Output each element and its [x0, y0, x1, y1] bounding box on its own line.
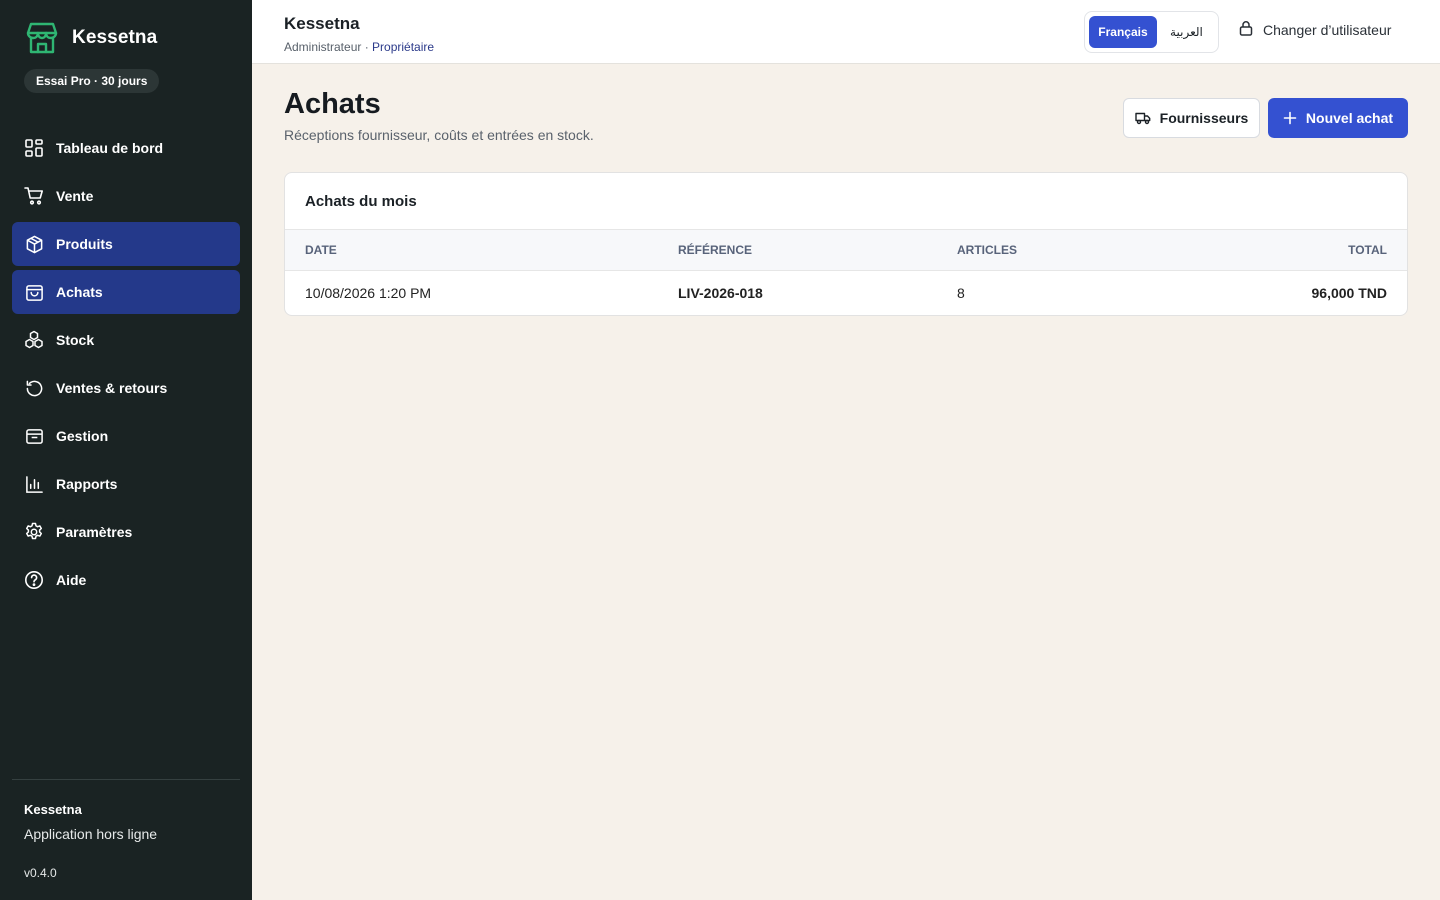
store-title: Kessetna	[284, 14, 360, 33]
new-purchase-label: Nouvel achat	[1305, 110, 1394, 126]
lang-french-button[interactable]: Français	[1089, 16, 1157, 48]
sidebar-item-label: Stock	[56, 332, 95, 348]
language-switch: Français العربية	[1084, 11, 1219, 53]
cart-icon	[24, 186, 44, 206]
page-subtitle: Réceptions fournisseur, coûts et entrées…	[284, 127, 594, 143]
shopping-bag-icon	[24, 282, 44, 302]
col-header-reference: Référence	[678, 243, 753, 257]
suppliers-button[interactable]: Fournisseurs	[1123, 98, 1260, 138]
sidebar: Kessetna Essai Pro · 30 jours Tableau de…	[0, 0, 252, 900]
sidebar-item-ventes-retours[interactable]: Ventes & retours	[12, 366, 240, 410]
sidebar-item-label: Paramètres	[56, 524, 133, 540]
sidebar-divider	[12, 779, 240, 780]
help-icon	[24, 570, 44, 590]
table-row[interactable]: 10/08/2026 1:20 PM LIV-2026-018 8 96,000…	[285, 271, 1407, 315]
user-role: Administrateur · Propriétaire	[284, 40, 434, 54]
sidebar-item-parametres[interactable]: Paramètres	[12, 510, 240, 554]
sidebar-item-label: Gestion	[56, 428, 109, 444]
history-icon	[24, 378, 44, 398]
sidebar-item-label: Ventes & retours	[56, 380, 168, 396]
sidebar-nav: Tableau de bord Vente Produits Achats St…	[12, 126, 240, 606]
sidebar-item-dashboard[interactable]: Tableau de bord	[12, 126, 240, 170]
sidebar-item-label: Aide	[56, 572, 87, 588]
suppliers-label: Fournisseurs	[1159, 110, 1249, 126]
sidebar-item-aide[interactable]: Aide	[12, 558, 240, 602]
card-title: Achats du mois	[285, 173, 1407, 230]
role-label: Administrateur ·	[284, 40, 373, 54]
dashboard-icon	[24, 138, 44, 158]
page-title: Achats	[284, 88, 381, 120]
col-header-articles: Articles	[957, 243, 1017, 257]
switch-user-button[interactable]: Changer d’utilisateur	[1238, 20, 1391, 39]
lang-arabic-button[interactable]: العربية	[1159, 16, 1214, 48]
cell-articles: 8	[957, 285, 965, 301]
sidebar-item-stock[interactable]: Stock	[12, 318, 240, 362]
page-header: Achats Réceptions fournisseur, coûts et …	[284, 88, 594, 143]
owner-label: Propriétaire	[372, 40, 435, 54]
sidebar-item-label: Tableau de bord	[56, 140, 164, 156]
footer-app-name: Kessetna	[24, 802, 82, 817]
sidebar-item-label: Produits	[56, 236, 113, 252]
col-header-date: Date	[305, 243, 337, 257]
app-version: v0.4.0	[24, 866, 57, 880]
switch-user-label: Changer d’utilisateur	[1263, 21, 1392, 38]
box-icon	[24, 234, 44, 254]
main-content: Kessetna Administrateur · Propriétaire F…	[252, 0, 1440, 900]
sidebar-item-label: Vente	[56, 188, 94, 204]
sidebar-item-produits[interactable]: Produits	[12, 222, 240, 266]
archive-icon	[24, 426, 44, 446]
table-header: Date Référence Articles Total	[285, 230, 1407, 271]
new-purchase-button[interactable]: Nouvel achat	[1268, 98, 1408, 138]
sidebar-item-gestion[interactable]: Gestion	[12, 414, 240, 458]
col-header-total: Total	[1348, 243, 1387, 257]
trial-badge: Essai Pro · 30 jours	[24, 69, 160, 93]
sidebar-item-label: Rapports	[56, 476, 118, 492]
store-logo-icon	[26, 22, 58, 54]
cell-total: 96,000 TND	[1311, 285, 1387, 301]
sidebar-item-achats[interactable]: Achats	[12, 270, 240, 314]
sidebar-item-rapports[interactable]: Rapports	[12, 462, 240, 506]
plus-icon	[1283, 111, 1297, 125]
topbar: Kessetna Administrateur · Propriétaire F…	[252, 0, 1440, 64]
cell-reference: LIV-2026-018	[678, 285, 763, 301]
brand[interactable]: Kessetna	[24, 20, 157, 56]
sidebar-item-label: Achats	[56, 284, 103, 300]
bar-chart-icon	[24, 474, 44, 494]
gear-icon	[24, 522, 44, 542]
truck-icon	[1134, 111, 1151, 125]
cell-date: 10/08/2026 1:20 PM	[305, 285, 432, 301]
footer-subtitle: Application hors ligne	[24, 826, 158, 842]
lock-icon	[1238, 20, 1254, 39]
brand-name: Kessetna	[72, 27, 158, 48]
sidebar-item-vente[interactable]: Vente	[12, 174, 240, 218]
stock-icon	[24, 330, 44, 350]
purchases-card: Achats du mois Date Référence Articles T…	[284, 172, 1408, 316]
